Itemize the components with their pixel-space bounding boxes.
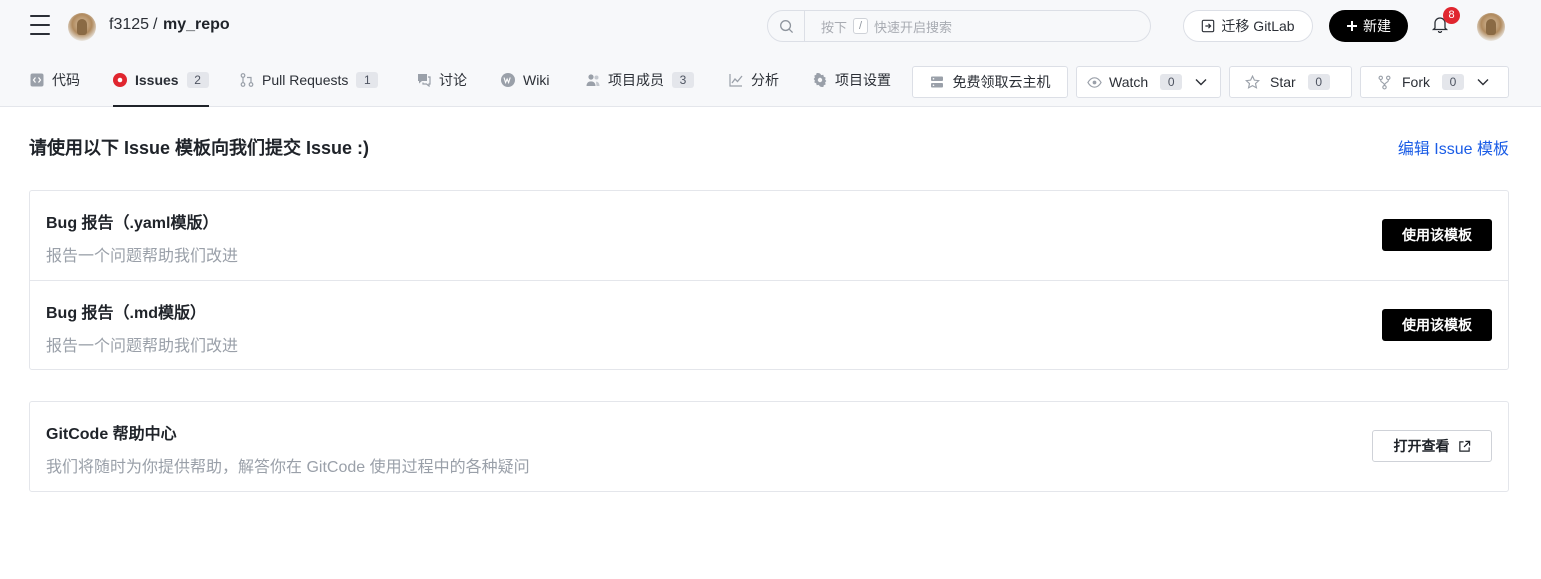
tab-discussion-label: 讨论 [439, 71, 467, 88]
help-center-title: GitCode 帮助中心 [46, 426, 177, 443]
notification-count-badge: 8 [1443, 7, 1460, 24]
watch-count: 0 [1160, 74, 1183, 90]
template-title: Bug 报告（.md模版） [46, 305, 206, 322]
chevron-down-icon[interactable] [1194, 75, 1208, 89]
template-title: Bug 报告（.yaml模版） [46, 215, 219, 232]
fork-count: 0 [1442, 74, 1464, 90]
breadcrumb-separator: / [153, 16, 158, 33]
search-shortcut-key: / [853, 18, 869, 34]
tab-analytics[interactable]: 分析 [729, 53, 779, 106]
server-icon [930, 76, 943, 88]
star-button[interactable]: Star 0 [1229, 66, 1352, 98]
chevron-down-icon[interactable] [1476, 75, 1490, 89]
repo-name-link[interactable]: my_repo [163, 16, 230, 34]
use-template-button[interactable]: 使用该模板 [1382, 309, 1492, 341]
tab-discussion[interactable]: 讨论 [417, 53, 467, 106]
open-help-center-label: 打开查看 [1393, 438, 1450, 454]
watch-label: Watch [1109, 74, 1149, 90]
tab-settings-label: 项目设置 [835, 71, 891, 88]
issue-template-list: Bug 报告（.yaml模版） 报告一个问题帮助我们改进 使用该模板 Bug 报… [29, 190, 1509, 370]
tab-pull-requests-count: 1 [356, 71, 379, 88]
help-center-description: 我们将随时为你提供帮助，解答你在 GitCode 使用过程中的各种疑问 [46, 459, 530, 476]
search-placeholder: 按下 / 快速开启搜索 [821, 17, 952, 36]
free-cloud-host-button[interactable]: 免费领取云主机 [912, 66, 1068, 98]
open-help-center-button[interactable]: 打开查看 [1372, 430, 1492, 462]
tab-issues-count: 2 [186, 71, 209, 88]
chart-icon [729, 73, 743, 87]
use-template-button[interactable]: 使用该模板 [1382, 219, 1492, 251]
menu-icon[interactable] [30, 15, 52, 37]
tab-wiki[interactable]: Wiki [501, 53, 549, 106]
new-button[interactable]: 新建 [1329, 10, 1408, 42]
gear-icon [813, 72, 827, 87]
user-avatar[interactable] [1477, 13, 1505, 41]
pull-request-icon [240, 72, 254, 87]
repo-owner-link[interactable]: f3125 [109, 16, 149, 34]
tab-members-label: 项目成员 [608, 71, 664, 88]
edit-issue-template-link[interactable]: 编辑 Issue 模板 [1398, 135, 1509, 159]
tab-settings[interactable]: 项目设置 [813, 53, 891, 106]
repo-tab-bar: 代码 Issues 2 Pull Requests 1 讨论 Wiki 项目成员… [0, 53, 1541, 107]
tab-pull-requests-label: Pull Requests [262, 71, 349, 88]
new-label: 新建 [1363, 18, 1391, 34]
tab-code-label: 代码 [52, 71, 80, 88]
star-label: Star [1270, 74, 1296, 90]
tab-members[interactable]: 项目成员 3 [586, 53, 694, 106]
migrate-gitlab-label: 迁移 GitLab [1221, 18, 1295, 34]
discussion-icon [418, 73, 431, 87]
plus-icon [1347, 21, 1357, 31]
tab-analytics-label: 分析 [751, 71, 779, 88]
issue-icon [113, 72, 127, 87]
search-placeholder-prefix: 按下 [821, 19, 848, 35]
members-icon [586, 73, 600, 86]
free-cloud-host-label: 免费领取云主机 [952, 74, 1051, 90]
eye-icon [1087, 76, 1102, 88]
tab-wiki-label: Wiki [523, 71, 550, 88]
fork-button[interactable]: Fork 0 [1360, 66, 1509, 98]
wiki-icon [501, 72, 515, 87]
page-title: 请使用以下 Issue 模板向我们提交 Issue :) [29, 138, 370, 158]
fork-icon [1378, 75, 1391, 89]
search-input[interactable]: 按下 / 快速开启搜索 [767, 10, 1151, 42]
external-link-icon [1458, 440, 1470, 452]
help-center-card: GitCode 帮助中心 我们将随时为你提供帮助，解答你在 GitCode 使用… [29, 401, 1509, 492]
import-icon [1202, 19, 1215, 33]
star-icon [1245, 74, 1260, 89]
template-description: 报告一个问题帮助我们改进 [46, 338, 239, 355]
tab-issues-label: Issues [135, 71, 179, 88]
watch-button[interactable]: Watch 0 [1076, 66, 1221, 98]
repo-avatar[interactable] [68, 13, 96, 41]
tab-issues[interactable]: Issues 2 [113, 53, 209, 107]
tab-members-count: 3 [672, 71, 694, 88]
tab-pull-requests[interactable]: Pull Requests 1 [240, 53, 379, 106]
code-icon [30, 73, 44, 86]
migrate-gitlab-button[interactable]: 迁移 GitLab [1183, 10, 1313, 42]
star-count: 0 [1307, 74, 1330, 90]
search-icon [768, 11, 805, 41]
list-item: Bug 报告（.md模版） 报告一个问题帮助我们改进 使用该模板 [30, 280, 1508, 369]
help-center-row: GitCode 帮助中心 我们将随时为你提供帮助，解答你在 GitCode 使用… [30, 402, 1508, 491]
list-item: Bug 报告（.yaml模版） 报告一个问题帮助我们改进 使用该模板 [30, 191, 1508, 280]
top-bar: f3125 / my_repo 按下 / 快速开启搜索 迁移 GitLab 新建… [0, 0, 1541, 53]
template-description: 报告一个问题帮助我们改进 [46, 248, 239, 265]
tab-code[interactable]: 代码 [30, 53, 80, 106]
search-placeholder-suffix: 快速开启搜索 [874, 19, 953, 35]
fork-label: Fork [1402, 74, 1430, 90]
